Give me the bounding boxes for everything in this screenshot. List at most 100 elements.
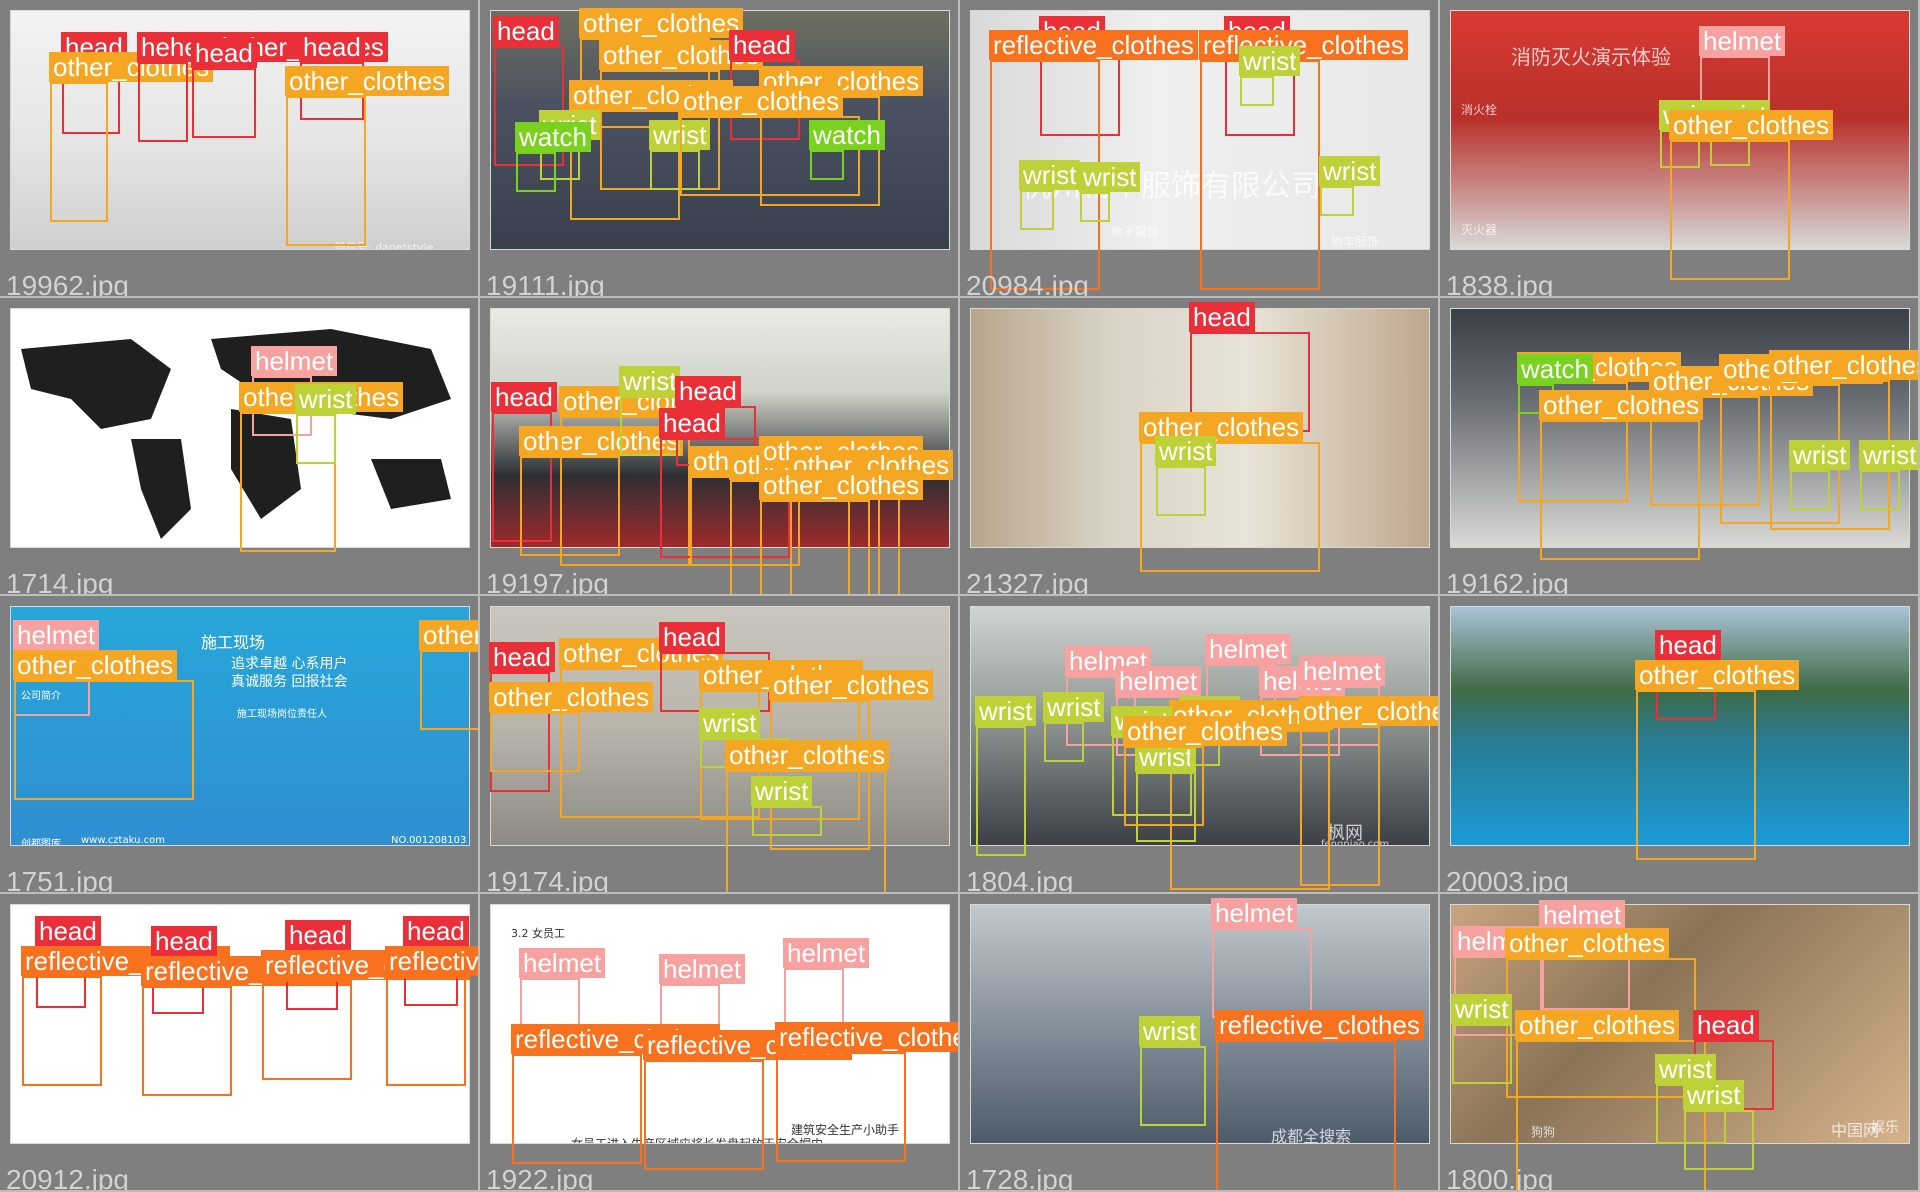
bounding-box [1636, 690, 1756, 860]
bounding-box [1140, 1046, 1206, 1126]
result-tile[interactable]: helmetother_clotheswrist1714.jpg [0, 298, 480, 596]
result-tile[interactable]: 狗狗 中国网 娱乐 helmet helmet other_clothes wrist oth… [1440, 894, 1920, 1192]
bounding-box [1790, 470, 1830, 510]
detection-wrist[interactable]: wrist [1451, 994, 1513, 1084]
detection-label: head [659, 408, 725, 438]
detection-label: head [151, 926, 217, 956]
bounding-box [644, 1060, 764, 1170]
bounding-box [760, 500, 870, 594]
detection-wrist[interactable]: wrist [1683, 1080, 1754, 1170]
result-tile[interactable]: 微信号: dapetstyle head other_clothes heheadot… [0, 0, 480, 298]
bounding-box [516, 152, 556, 192]
detection-label: helmet [1205, 634, 1292, 664]
detection-other-clothes[interactable]: other_clothes [419, 620, 478, 730]
detection-wrist[interactable]: wrist [1079, 162, 1141, 222]
detection-reflective-clothes[interactable]: reflective_clothes [385, 946, 478, 1086]
result-tile[interactable]: 杭州物丰服饰有限公司物丰服饰物丰服饰headreflective_clothes… [960, 0, 1440, 298]
bounding-box [1124, 746, 1204, 826]
detection-reflective-clothes[interactable]: reflective_clothes [261, 950, 470, 1080]
photo-watermark: 消防灭火演示体验 [1511, 45, 1671, 69]
detection-other-clothes[interactable]: other_clothes [13, 650, 194, 800]
detection-other-clothes[interactable]: other_clothes [285, 66, 450, 246]
detection-label: head [659, 622, 725, 652]
detection-watch[interactable]: watch [809, 120, 885, 180]
filename-label: 19197.jpg [486, 568, 610, 596]
detection-wrist[interactable]: wrist [295, 384, 357, 464]
detection-label: wrist [295, 384, 357, 414]
detection-wrist[interactable]: wrist [1139, 1016, 1206, 1126]
result-tile[interactable]: head other_clothes wrist 21327.jpg [960, 298, 1440, 596]
bounding-box [1670, 140, 1790, 280]
result-tile[interactable]: other_clothes watch other_clothes other_clo… [1440, 298, 1920, 596]
detection-label: other_clothes [1669, 110, 1834, 140]
detection-label: head [1655, 630, 1721, 660]
photo-watermark: 物丰服饰 [1111, 225, 1160, 239]
detection-other-clothes[interactable]: other_clothes [1635, 660, 1800, 860]
bounding-box [1212, 928, 1312, 1018]
photo-watermark: 物丰服饰 [1331, 235, 1380, 249]
detection-wrist[interactable]: wrist [1859, 440, 1918, 510]
bounding-box [1452, 1024, 1512, 1084]
detection-helmet[interactable]: helmet [783, 938, 870, 1028]
detection-label: other_clothes [1299, 696, 1438, 726]
detection-reflective-clothes[interactable]: reflective_clothes [1215, 1010, 1424, 1190]
result-tile[interactable]: 施工现场 追求卓越 心系用户 真诚服务 回报社会 公司简介 施工现场岗位责任人 www.c… [0, 596, 480, 894]
detection-wrist[interactable]: wrist [1789, 440, 1851, 510]
result-tile[interactable]: headother_clothesother_clothesheadother_… [480, 0, 960, 298]
photo-watermark: 施工现场 [201, 633, 266, 652]
bounding-box [142, 986, 232, 1096]
detection-wrist[interactable]: wrist [1239, 46, 1301, 106]
result-tile[interactable]: 成都全搜索chengdu.cnhelmetwristreflective_clo… [960, 894, 1440, 1192]
detection-label: helmet [1115, 666, 1202, 696]
filename-label: 19174.jpg [486, 866, 610, 894]
detection-label: head [729, 30, 795, 60]
detection-label: other_clothes [769, 670, 934, 700]
detection-label: wrist [1155, 436, 1217, 466]
result-tile[interactable]: head reflective_clothes head reflective_clo… [0, 894, 480, 1192]
detection-label: reflective_clothes [1215, 1010, 1424, 1040]
detection-reflective-clothes[interactable]: reflective_clothes [511, 1024, 720, 1164]
detection-other-clothes[interactable]: other_clothes [759, 470, 924, 594]
filename-label: 1714.jpg [6, 568, 114, 596]
result-tile[interactable]: head other_clothes other_clothes wrist head h… [480, 298, 960, 596]
detection-other-clothes[interactable]: other_clothes [1299, 696, 1438, 886]
detection-label: head [191, 38, 257, 68]
result-tile[interactable]: headother_clothesother_clothesheadother_… [480, 596, 960, 894]
detection-wrist[interactable]: wrist [1019, 160, 1081, 230]
detection-other-clothes[interactable]: other_clothes [1669, 110, 1834, 280]
photo-watermark: www.cztaku.com [81, 835, 165, 846]
detection-label: reflective_clothes [1199, 30, 1408, 60]
photo-watermark: NO.001208103 [391, 835, 467, 846]
detection-other-clothes[interactable]: other_clothes [49, 52, 214, 222]
result-tile[interactable]: 消防灭火演示体验消火栓灭火器helmetwristwristother_clot… [1440, 0, 1920, 298]
detection-other-clothes[interactable]: other_clothes [1123, 716, 1288, 826]
detection-wrist[interactable]: wrist [1319, 156, 1381, 216]
detection-label: head [285, 920, 351, 950]
detection-reflective-clothes[interactable]: reflective_clothes [21, 946, 230, 1086]
detection-label: wrist [1859, 440, 1918, 470]
detection-reflective-clothes[interactable]: reflective_clothes [643, 1030, 852, 1170]
detection-label: helmet [519, 948, 606, 978]
detection-watch[interactable]: watch [515, 122, 591, 192]
detection-wrist[interactable]: wrist [975, 696, 1037, 856]
detection-reflective-clothes[interactable]: reflective_clothes [775, 1022, 958, 1162]
detection-label: other_clothes [1769, 350, 1918, 380]
filename-label: 20003.jpg [1446, 866, 1570, 894]
bounding-box [22, 976, 102, 1086]
result-tile[interactable]: 3.2 女员工 女员工进入生产区域应将长发盘起放于安全帽内 建筑安全生产小助手 hel… [480, 894, 960, 1192]
bounding-box [512, 1054, 642, 1164]
result-tile[interactable]: 枫网fengniao.comhelmethelmethelmethelmethe… [960, 596, 1440, 894]
detection-reflective-clothes[interactable]: reflective_clothes [141, 956, 350, 1096]
detection-wrist[interactable]: wrist [751, 776, 822, 836]
detection-label: head [489, 642, 555, 672]
result-tile[interactable]: head other_clothes 20003.jpg [1440, 596, 1920, 894]
detection-head[interactable]: head [191, 38, 257, 138]
bounding-box [192, 68, 256, 138]
detection-wrist[interactable]: wrist [1043, 692, 1105, 762]
detection-head[interactable]: heheadother_clothes [137, 32, 388, 142]
filename-label: 20984.jpg [966, 270, 1090, 298]
bounding-box [1300, 726, 1380, 886]
bounding-box [286, 96, 366, 246]
detection-wrist[interactable]: wrist [1155, 436, 1217, 516]
detection-helmet[interactable]: helmet [1211, 898, 1312, 1018]
